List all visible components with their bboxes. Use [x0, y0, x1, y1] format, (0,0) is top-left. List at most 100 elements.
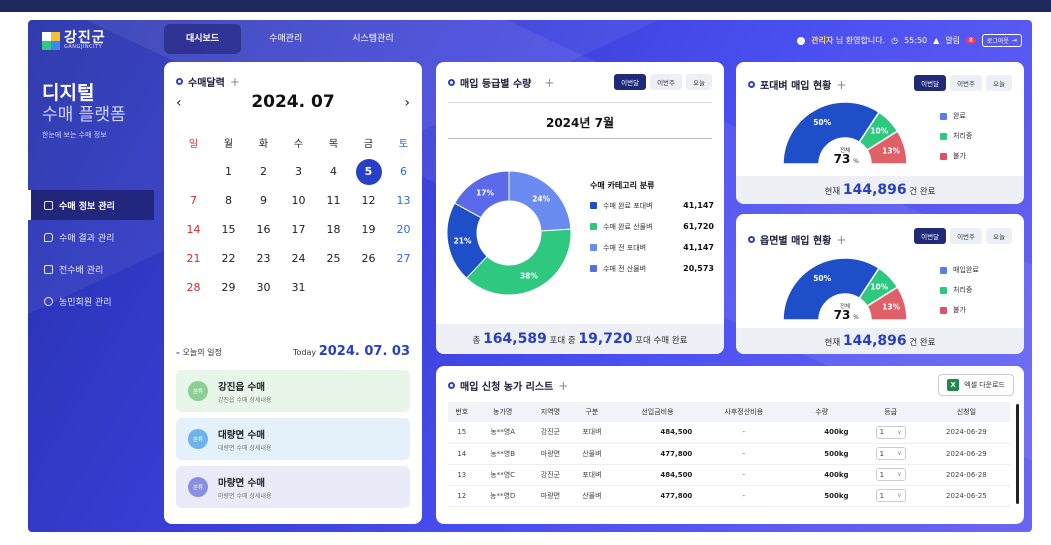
calendar-day[interactable]: 12 — [351, 186, 386, 215]
sidebar-title-line2: 수매 플랫폼 — [42, 105, 126, 125]
calendar-day[interactable]: 4 — [316, 157, 351, 186]
calendar-day[interactable]: 29 — [211, 273, 246, 302]
calendar-day[interactable]: 22 — [211, 244, 246, 273]
sidebar-title: 디지털 수매 플랫폼 한눈에 보는 수매 정보 — [42, 82, 126, 140]
add-icon[interactable]: + — [230, 75, 240, 89]
schedule-item[interactable]: 분류 대량면 수매 대량면 수매 상세내용 — [176, 418, 410, 460]
calendar-day[interactable]: 25 — [316, 244, 351, 273]
table-scrollbar[interactable] — [1016, 404, 1019, 504]
calendar-day[interactable]: 11 — [316, 186, 351, 215]
grade-select[interactable]: 1 ∨ — [875, 468, 906, 481]
divider — [448, 102, 712, 103]
calendar-day[interactable]: 21 — [176, 244, 211, 273]
document-icon — [44, 200, 53, 210]
grade-legend: 수매 카테고리 분류 수매 완료 포대벼 41,147 수매 완료 산물벼 61,72… — [590, 180, 714, 279]
calendar-day[interactable]: 31 — [281, 273, 316, 302]
schedule-desc: 강진읍 수매 상세내용 — [218, 396, 272, 404]
table-cell: 2024-06-29 — [922, 422, 1010, 444]
add-icon[interactable]: + — [544, 76, 554, 90]
calendar-day[interactable]: 20 — [386, 215, 421, 244]
tab-dashboard[interactable]: 대시보드 — [164, 24, 242, 54]
excel-download-button[interactable]: X 엑셀 다운로드 — [938, 374, 1014, 396]
calendar-day[interactable]: 24 — [281, 244, 316, 273]
schedule-title: 마량면 수매 — [218, 477, 266, 489]
calendar-day[interactable]: 10 — [281, 186, 316, 215]
calendar-day[interactable]: 26 — [351, 244, 386, 273]
sidebar-item-purchase-info[interactable]: 수매 정보 관리 — [28, 190, 154, 220]
table-row[interactable]: 12 농**영D 마량면 산물벼 477,800-500kg 1 ∨ 2024-06-25 — [448, 485, 1010, 507]
table-cell: 14 — [448, 443, 476, 465]
calendar-day[interactable]: 6 — [386, 157, 421, 186]
calendar-day[interactable]: 1 — [211, 157, 246, 186]
calendar-day[interactable]: 19 — [351, 215, 386, 244]
calendar-day[interactable]: 28 — [176, 273, 211, 302]
calendar-day[interactable]: 17 — [281, 215, 316, 244]
period-this-month-button[interactable]: 이번달 — [914, 228, 947, 244]
calendar-day[interactable]: 3 — [281, 157, 316, 186]
schedule-item[interactable]: 분류 강진읍 수매 강진읍 수매 상세내용 — [176, 370, 410, 412]
calendar-day[interactable]: 23 — [246, 244, 281, 273]
table-cell: - — [702, 485, 786, 507]
calendar-day[interactable]: 7 — [176, 186, 211, 215]
add-icon[interactable]: + — [836, 233, 846, 247]
calendar-day[interactable]: 18 — [316, 215, 351, 244]
table-row[interactable]: 13 농**영C 강진군 포대벼 484,500-400kg 1 ∨ 2024-06-28 — [448, 464, 1010, 486]
bell-icon[interactable]: ▲ — [933, 36, 939, 45]
period-this-week-button[interactable]: 이번주 — [950, 75, 983, 91]
table-cell: 포대벼 — [571, 464, 613, 486]
calendar-day-number: 4 — [330, 165, 337, 178]
logout-button[interactable]: 로그아웃 ⇥ — [981, 34, 1022, 47]
next-month-icon[interactable]: › — [404, 95, 410, 111]
gauge-center-value: 73 — [834, 308, 851, 322]
logo[interactable]: 강진군 GANGJINCITY — [42, 31, 106, 50]
sack-card: 포대벼 매입 현황 + 이번달 이번주 오늘 50% 10% 13% 전체 73% 완료… — [736, 62, 1024, 204]
table-cell: 484,500 — [612, 422, 703, 444]
grade-select[interactable]: 1 ∨ — [875, 489, 906, 502]
calendar-day[interactable]: 9 — [246, 186, 281, 215]
tab-system-management[interactable]: 시스템관리 — [330, 24, 415, 54]
period-today-button[interactable]: 오늘 — [986, 75, 1012, 91]
table-row[interactable]: 15 농**영A 강진군 포대벼 484,500-400kg 1 ∨ 2024-06-29 — [448, 422, 1010, 444]
schedule-item[interactable]: 분류 마량면 수매 마량면 수매 상세내용 — [176, 466, 410, 508]
calendar-day[interactable]: 16 — [246, 215, 281, 244]
calendar-day[interactable]: 13 — [386, 186, 421, 215]
grade-select-value: 1 — [879, 449, 885, 458]
period-this-week-button[interactable]: 이번주 — [950, 228, 983, 244]
calendar-day-number: 3 — [295, 165, 302, 178]
schedule-title: 대량면 수매 — [218, 429, 266, 441]
calendar-day[interactable]: 14 — [176, 215, 211, 244]
box-icon — [44, 264, 53, 274]
add-icon[interactable]: + — [558, 379, 568, 393]
period-this-month-button[interactable]: 이번달 — [614, 74, 647, 90]
period-today-button[interactable]: 오늘 — [986, 228, 1012, 244]
title-ring-icon — [448, 79, 455, 86]
calendar-day[interactable]: 5 — [351, 157, 386, 186]
grade-select[interactable]: 1 ∨ — [875, 447, 906, 460]
calendar-card: 수매달력 + ‹ 2024. 07 › 일 월 화 수 목 금 토 1 2 3 4 5 6 7 8 9 10 11… — [164, 62, 422, 524]
calendar-day[interactable]: 8 — [211, 186, 246, 215]
period-this-week-button[interactable]: 이번주 — [650, 74, 683, 90]
alert-count-badge: 8 — [966, 37, 976, 44]
sack-title: 포대벼 매입 현황 — [760, 81, 832, 92]
calendar-day[interactable]: 27 — [386, 244, 421, 273]
table-column-header: 지역명 — [529, 402, 572, 422]
calendar-day[interactable]: 30 — [246, 273, 281, 302]
calendar-day[interactable]: 2 — [246, 157, 281, 186]
sidebar-item-transfer[interactable]: 전수배 관리 — [28, 254, 154, 284]
grade-select[interactable]: 1 ∨ — [875, 425, 906, 439]
sidebar-item-members[interactable]: 농민회원 관리 — [28, 286, 154, 316]
table-column-header: 사후정산비용 — [702, 402, 786, 422]
grade-select-value: 1 — [879, 428, 885, 437]
period-this-month-button[interactable]: 이번달 — [914, 75, 947, 91]
donut-slice-label: 21% — [454, 236, 472, 245]
legend-swatch — [940, 132, 947, 140]
add-icon[interactable]: + — [836, 78, 846, 92]
sidebar-item-purchase-result[interactable]: 수매 결과 관리 — [28, 222, 154, 252]
period-today-button[interactable]: 오늘 — [686, 74, 712, 90]
calendar-day[interactable]: 15 — [211, 215, 246, 244]
legend-label: 수매 완료 포대벼 — [603, 201, 653, 210]
tab-purchase-management[interactable]: 수매관리 — [247, 24, 324, 54]
alert-label[interactable]: 알림 — [945, 35, 960, 46]
table-row[interactable]: 14 농**영B 마량면 산물벼 477,800-500kg 1 ∨ 2024-06-29 — [448, 443, 1010, 465]
town-footer: 현재 144,896 건 완료 — [736, 328, 1024, 354]
